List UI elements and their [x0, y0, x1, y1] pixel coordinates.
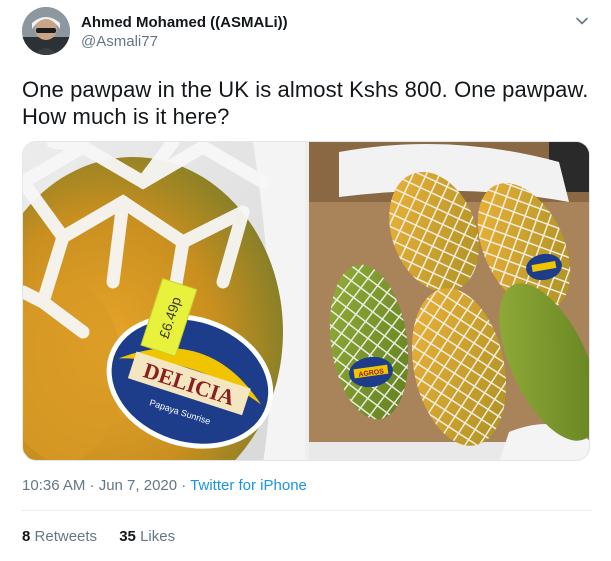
timestamp[interactable]: 10:36 AM · Jun 7, 2020	[22, 477, 177, 494]
chevron-down-icon[interactable]	[573, 12, 591, 30]
author-handle[interactable]: @Asmali77	[81, 33, 158, 50]
source-link[interactable]: Twitter for iPhone	[190, 477, 307, 494]
retweets-count: 8	[22, 528, 31, 545]
media-photo-left[interactable]: DELICIA Papaya Sunrise £6.49p	[23, 142, 305, 460]
retweets-label: Retweets	[34, 528, 98, 545]
meta-separator: ·	[177, 477, 191, 494]
likes-label: Likes	[140, 528, 176, 545]
retweets-stat[interactable]: 8 Retweets	[22, 528, 97, 545]
avatar[interactable]	[22, 7, 70, 55]
tweet-stats: 8 Retweets 35 Likes	[22, 528, 193, 545]
likes-stat[interactable]: 35 Likes	[119, 528, 175, 545]
tweet-card: Ahmed Mohamed ((ASMALi)) @Asmali77 One p…	[0, 0, 611, 561]
media-photo-right[interactable]: AGROS	[309, 142, 589, 460]
tweet-text: One pawpaw in the UK is almost Kshs 800.…	[22, 77, 589, 129]
divider	[22, 510, 592, 511]
author-name[interactable]: Ahmed Mohamed ((ASMALi))	[81, 14, 288, 31]
tweet-media: DELICIA Papaya Sunrise £6.49p AGROS	[22, 141, 590, 461]
likes-count: 35	[119, 528, 136, 545]
tweet-meta: 10:36 AM · Jun 7, 2020 · Twitter for iPh…	[22, 477, 307, 494]
